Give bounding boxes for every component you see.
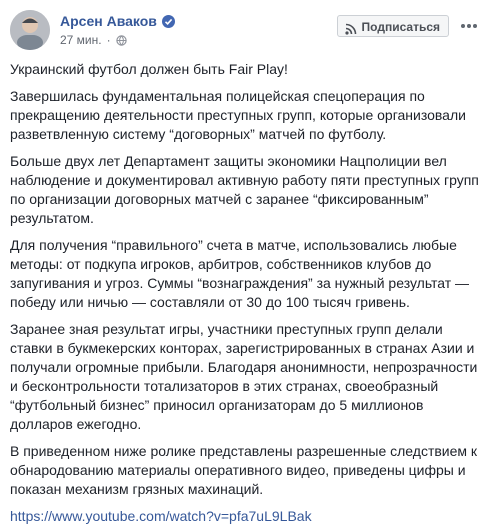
verified-badge-icon (161, 14, 175, 28)
globe-icon (115, 34, 127, 46)
author-avatar[interactable] (10, 10, 50, 50)
author-name-row: Арсен Аваков (60, 13, 175, 29)
post-body: Украинский футбол должен быть Fair Play!… (10, 60, 483, 526)
separator: · (106, 33, 111, 47)
post-header: Арсен Аваков 27 мин. · Подписаться (10, 10, 481, 56)
post-paragraph: Для получения “правильного” счета в матч… (10, 237, 470, 310)
post-meta: 27 мин. · (60, 33, 127, 47)
youtube-link[interactable]: https://www.youtube.com/watch?v=pfa7uL9L… (10, 508, 312, 524)
rss-icon (344, 20, 357, 35)
post-paragraph: Украинский футбол должен быть Fair Play! (10, 61, 288, 77)
post-paragraph: Завершилась фундаментальная полицейская … (10, 88, 466, 142)
post-paragraph: Заранее зная результат игры, участники п… (10, 321, 478, 432)
author-name[interactable]: Арсен Аваков (60, 13, 157, 29)
more-options-icon[interactable] (459, 19, 479, 33)
facebook-post: Арсен Аваков 27 мин. · Подписаться Украи… (0, 0, 491, 524)
post-paragraph: В приведенном ниже ролике представлены р… (10, 443, 478, 497)
post-paragraph: Больше двух лет Департамент защиты эконо… (10, 153, 479, 226)
subscribe-button[interactable]: Подписаться (336, 15, 449, 37)
post-time[interactable]: 27 мин. (60, 33, 102, 47)
subscribe-label: Подписаться (361, 20, 440, 34)
